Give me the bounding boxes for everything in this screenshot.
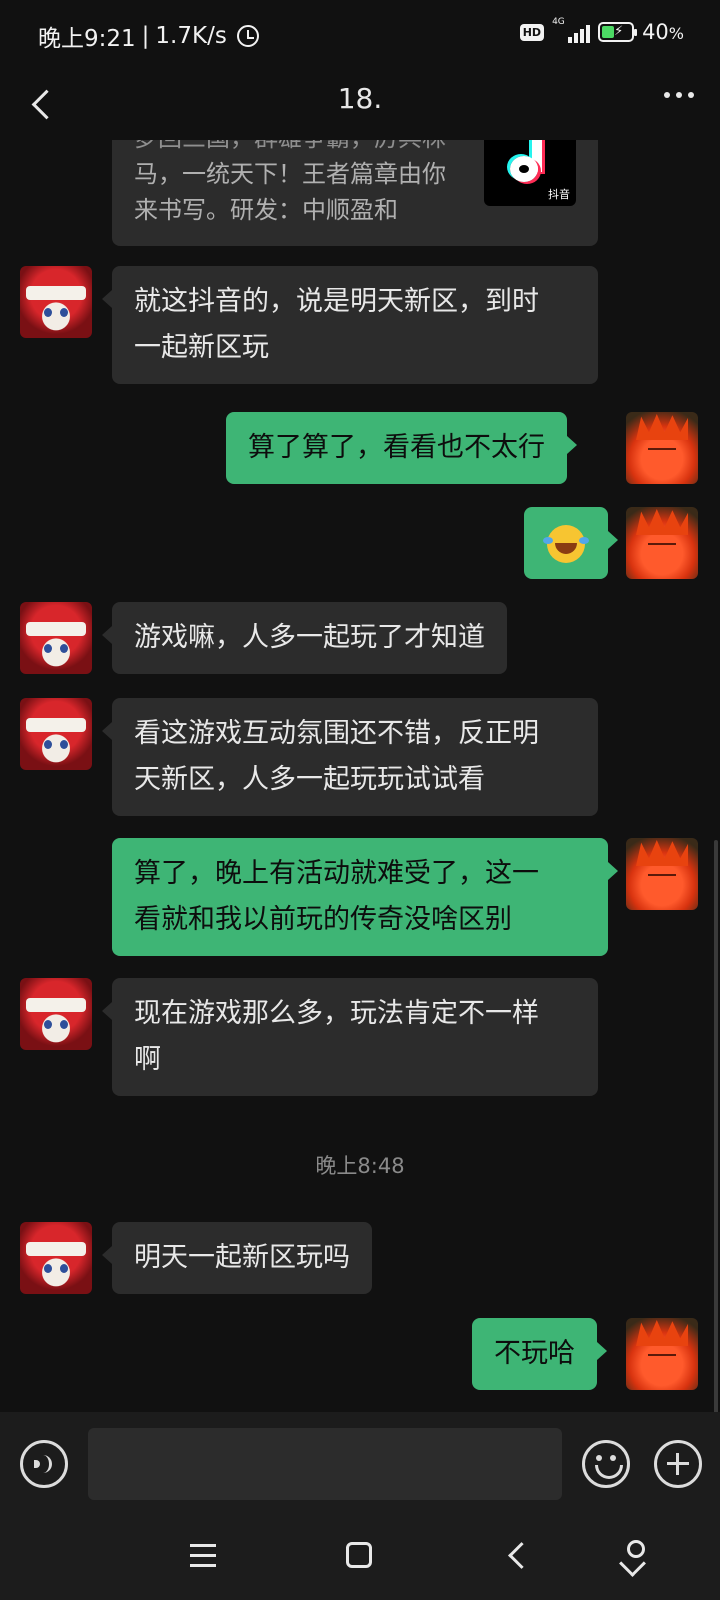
chat-header: 18. bbox=[0, 70, 720, 140]
battery-icon: ⚡ bbox=[598, 22, 638, 42]
my-avatar[interactable] bbox=[626, 412, 698, 484]
recents-menu-icon[interactable] bbox=[190, 1544, 216, 1568]
shared-card-description: 梦回三国，群雄争霸，厉兵秣 马，一统天下！王者篇章由你 来书写。研发：中顺盈和 bbox=[134, 140, 446, 224]
message-bubble-incoming[interactable]: 就这抖音的，说是明天新区，到时 一起新区玩 bbox=[102, 266, 598, 384]
message-bubble-incoming[interactable]: 现在游戏那么多，玩法肯定不一样啊 bbox=[102, 978, 598, 1096]
clock: 晚上9:21 bbox=[38, 26, 136, 52]
net-speed: 1.7K/s bbox=[155, 23, 227, 49]
friend-avatar[interactable] bbox=[20, 602, 92, 674]
emoji-icon[interactable] bbox=[582, 1440, 630, 1488]
friend-avatar[interactable] bbox=[20, 1222, 92, 1294]
message-bubble-incoming[interactable]: 看这游戏互动氛围还不错，反正明 天新区，人多一起玩玩试试看 bbox=[102, 698, 598, 816]
hd-icon: HD bbox=[519, 23, 545, 41]
input-bar bbox=[0, 1412, 720, 1520]
message-bubble-outgoing[interactable] bbox=[524, 507, 618, 579]
friend-avatar[interactable] bbox=[20, 266, 92, 338]
my-avatar[interactable] bbox=[626, 1318, 698, 1390]
scrollbar[interactable] bbox=[714, 840, 718, 1412]
timestamp-divider: 晚上8:48 bbox=[315, 1154, 405, 1178]
message-bubble-outgoing[interactable]: 算了算了，看看也不太行 bbox=[226, 412, 577, 484]
friend-avatar[interactable] bbox=[20, 698, 92, 770]
battery-level: 40% bbox=[642, 20, 684, 44]
home-icon[interactable] bbox=[346, 1542, 372, 1568]
nav-back-icon[interactable] bbox=[506, 1544, 528, 1566]
status-bar: 晚上9:21 | 1.7K/s HD 4G ⚡ 40% bbox=[0, 0, 720, 70]
system-nav-bar bbox=[0, 1520, 720, 1600]
my-avatar[interactable] bbox=[626, 507, 698, 579]
message-bubble-incoming[interactable]: 游戏嘛，人多一起玩了才知道 bbox=[102, 602, 507, 674]
assistant-icon[interactable] bbox=[620, 1540, 648, 1570]
voice-input-icon[interactable] bbox=[20, 1440, 68, 1488]
tears-of-joy-emoji-icon bbox=[543, 524, 585, 563]
more-options-button[interactable] bbox=[664, 92, 694, 98]
signal-icon: 4G bbox=[552, 17, 591, 43]
message-bubble-outgoing[interactable]: 不玩哈 bbox=[472, 1318, 607, 1390]
douyin-logo-icon: 抖音 bbox=[484, 140, 576, 206]
plus-icon[interactable] bbox=[654, 1440, 702, 1488]
status-right: HD 4G ⚡ 40% bbox=[519, 17, 684, 44]
message-bubble-incoming[interactable]: 明天一起新区玩吗 bbox=[102, 1222, 372, 1294]
message-bubble-outgoing[interactable]: 算了，晚上有活动就难受了，这一 看就和我以前玩的传奇没啥区别 bbox=[112, 838, 618, 956]
alarm-icon bbox=[236, 25, 259, 47]
status-left: 晚上9:21 | 1.7K/s bbox=[38, 19, 259, 53]
network-type: 4G bbox=[552, 17, 565, 27]
message-input[interactable] bbox=[88, 1428, 562, 1500]
message-list[interactable]: 梦回三国，群雄争霸，厉兵秣 马，一统天下！王者篇章由你 来书写。研发：中顺盈和 … bbox=[0, 140, 720, 1412]
shared-app-card[interactable]: 梦回三国，群雄争霸，厉兵秣 马，一统天下！王者篇章由你 来书写。研发：中顺盈和 … bbox=[112, 140, 598, 246]
chat-title: 18. bbox=[337, 82, 383, 115]
my-avatar[interactable] bbox=[626, 838, 698, 910]
separator: | bbox=[141, 23, 150, 49]
friend-avatar[interactable] bbox=[20, 978, 92, 1050]
